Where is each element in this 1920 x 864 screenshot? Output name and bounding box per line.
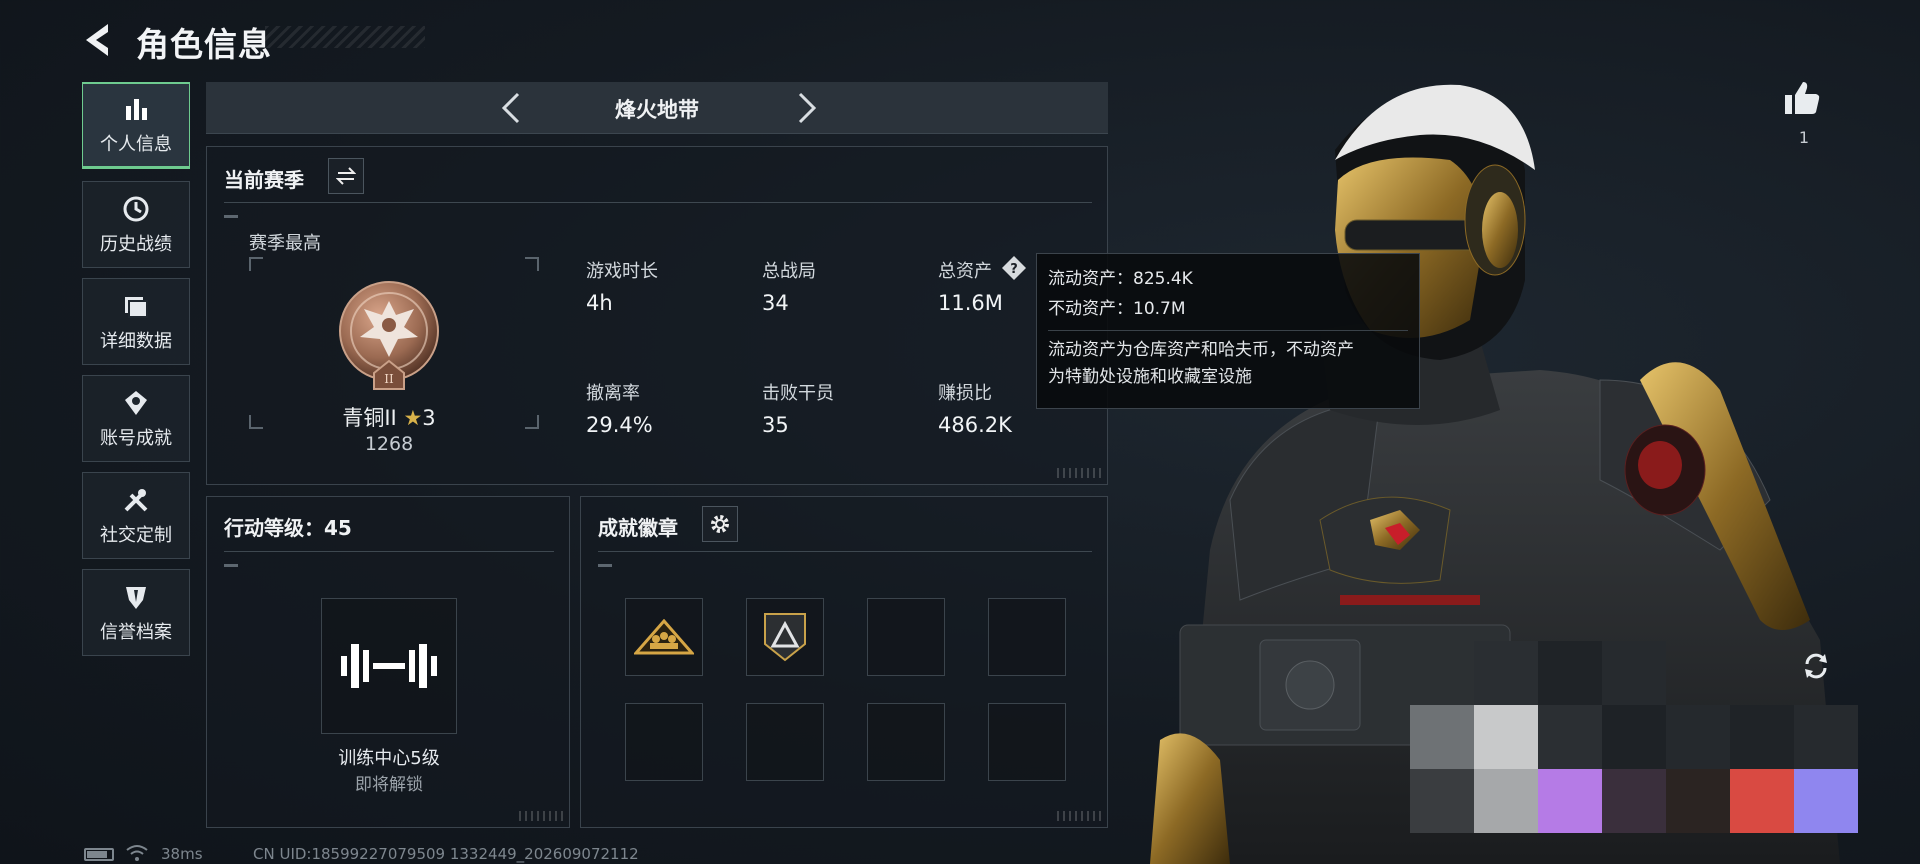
- sidebar-item-social[interactable]: 社交定制: [82, 472, 190, 559]
- rotate-model-button[interactable]: [1800, 650, 1832, 682]
- svg-text:?: ?: [1010, 262, 1018, 277]
- badge-slot-empty[interactable]: [867, 703, 945, 781]
- dumbbell-icon: [341, 644, 437, 688]
- uid: CN UID:18599227079509 1332449_2026090721…: [253, 845, 639, 863]
- stat-value: 35: [762, 413, 789, 437]
- tooltip-liquid-assets: 流动资产：825.4K: [1048, 269, 1193, 289]
- season-title: 当前赛季: [224, 168, 304, 192]
- shield-icon: [126, 586, 146, 609]
- mode-next-button[interactable]: [788, 90, 824, 126]
- sidebar-item-reputation[interactable]: 信誉档案: [82, 569, 190, 656]
- tooltip-description: 流动资产为仓库资产和哈夫币，不动资产: [1048, 340, 1354, 360]
- sidebar-item-detail-data[interactable]: 详细数据: [82, 278, 190, 365]
- stat-label: 总资产: [938, 261, 992, 282]
- badge-slot[interactable]: [625, 598, 703, 676]
- stat-label: 游戏时长: [586, 261, 658, 282]
- like-button[interactable]: [1782, 78, 1822, 118]
- stat-value: 11.6M: [938, 291, 1003, 315]
- rank-numeral: II: [384, 372, 394, 386]
- total-assets-help-button[interactable]: ?: [1001, 255, 1027, 281]
- stat-label: 击败干员: [762, 383, 834, 404]
- achievement-icon: [125, 390, 147, 415]
- action-level-title: 行动等级：45: [224, 516, 352, 540]
- badge-slot-empty[interactable]: [746, 703, 824, 781]
- assets-tooltip: 流动资产：825.4K 不动资产：10.7M 流动资产为仓库资产和哈夫币，不动资…: [1036, 253, 1420, 409]
- training-center-status: 即将解锁: [355, 775, 423, 795]
- achievement-badges-panel: 成就徽章: [580, 496, 1108, 828]
- badge-slot-empty[interactable]: [988, 598, 1066, 676]
- folder-icon: [125, 296, 148, 318]
- thumbs-up-icon: [1785, 82, 1820, 114]
- back-arrow-icon: [86, 24, 108, 56]
- rank-name-row: 青铜II ★3: [207, 402, 571, 432]
- stat-value: 34: [762, 291, 789, 315]
- back-button[interactable]: [78, 20, 118, 60]
- tools-icon: [124, 488, 148, 511]
- sidebar-item-label: 个人信息: [100, 134, 172, 155]
- stat-value: 4h: [586, 291, 613, 315]
- season-panel: 当前赛季 赛季最高 II 青铜II ★3 1268 游戏时长 4h 总战局 34…: [206, 146, 1108, 485]
- season-switch-button[interactable]: [328, 158, 364, 194]
- rotate-icon: [1805, 653, 1827, 679]
- tooltip-fixed-assets: 不动资产：10.7M: [1048, 299, 1186, 319]
- rank-name: 青铜II: [342, 406, 397, 430]
- achievement-badges-title: 成就徽章: [598, 516, 678, 540]
- badge-slot-empty[interactable]: [867, 598, 945, 676]
- page-title: 角色信息: [136, 25, 272, 64]
- training-center-slot[interactable]: [321, 598, 457, 734]
- star-icon: ★: [403, 406, 423, 430]
- tooltip-description: 为特勤处设施和收藏室设施: [1048, 367, 1252, 387]
- badge-slot-empty[interactable]: [625, 703, 703, 781]
- mode-title: 烽火地带: [615, 98, 699, 122]
- wifi-icon: [126, 844, 148, 862]
- team-triangle-badge-icon: [634, 619, 694, 655]
- sidebar-item-label: 社交定制: [100, 524, 172, 546]
- action-level-panel: 行动等级：45 训练中心5级 即将解锁: [206, 496, 570, 828]
- badge-slot-empty[interactable]: [988, 703, 1066, 781]
- title-decoration: [265, 26, 425, 48]
- sidebar-item-achievements[interactable]: 账号成就: [82, 375, 190, 462]
- sidebar-item-label: 历史战绩: [100, 233, 172, 255]
- sidebar-item-label: 账号成就: [100, 427, 172, 449]
- sidebar-item-history[interactable]: 历史战绩: [82, 181, 190, 268]
- badge-slot[interactable]: [746, 598, 824, 676]
- rank-emblem-icon: II: [338, 279, 440, 395]
- gear-icon: [711, 515, 729, 533]
- sidebar-item-label: 信誉档案: [100, 621, 172, 643]
- training-center-name: 训练中心5级: [338, 748, 440, 769]
- ping: 38ms: [161, 845, 203, 863]
- stat-value: 29.4%: [586, 413, 653, 437]
- sidebar-item-personal-info[interactable]: 个人信息: [82, 82, 190, 169]
- question-icon: ?: [1002, 256, 1026, 280]
- rank-score: 1268: [364, 433, 414, 455]
- divider: [598, 551, 1092, 552]
- like-count: 1: [1798, 128, 1810, 147]
- mode-selector: 烽火地带: [206, 82, 1108, 134]
- stat-label: 总战局: [762, 261, 816, 282]
- stat-value: 486.2K: [938, 413, 1012, 437]
- bar-chart-icon: [126, 99, 147, 120]
- battery-icon: [84, 848, 114, 861]
- stat-label: 撤离率: [586, 383, 640, 404]
- sidebar-item-label: 详细数据: [100, 330, 172, 352]
- divider: [224, 551, 554, 552]
- divider: [224, 202, 1092, 203]
- stat-label: 赚损比: [938, 383, 992, 404]
- clock-icon: [123, 196, 149, 221]
- swap-icon: [336, 167, 356, 185]
- chevron-right-icon: [798, 92, 817, 124]
- season-best-label: 赛季最高: [249, 233, 321, 254]
- badge-settings-button[interactable]: [702, 506, 738, 542]
- shield-triangle-badge-icon: [764, 613, 806, 662]
- rank-stars: 3: [422, 406, 436, 430]
